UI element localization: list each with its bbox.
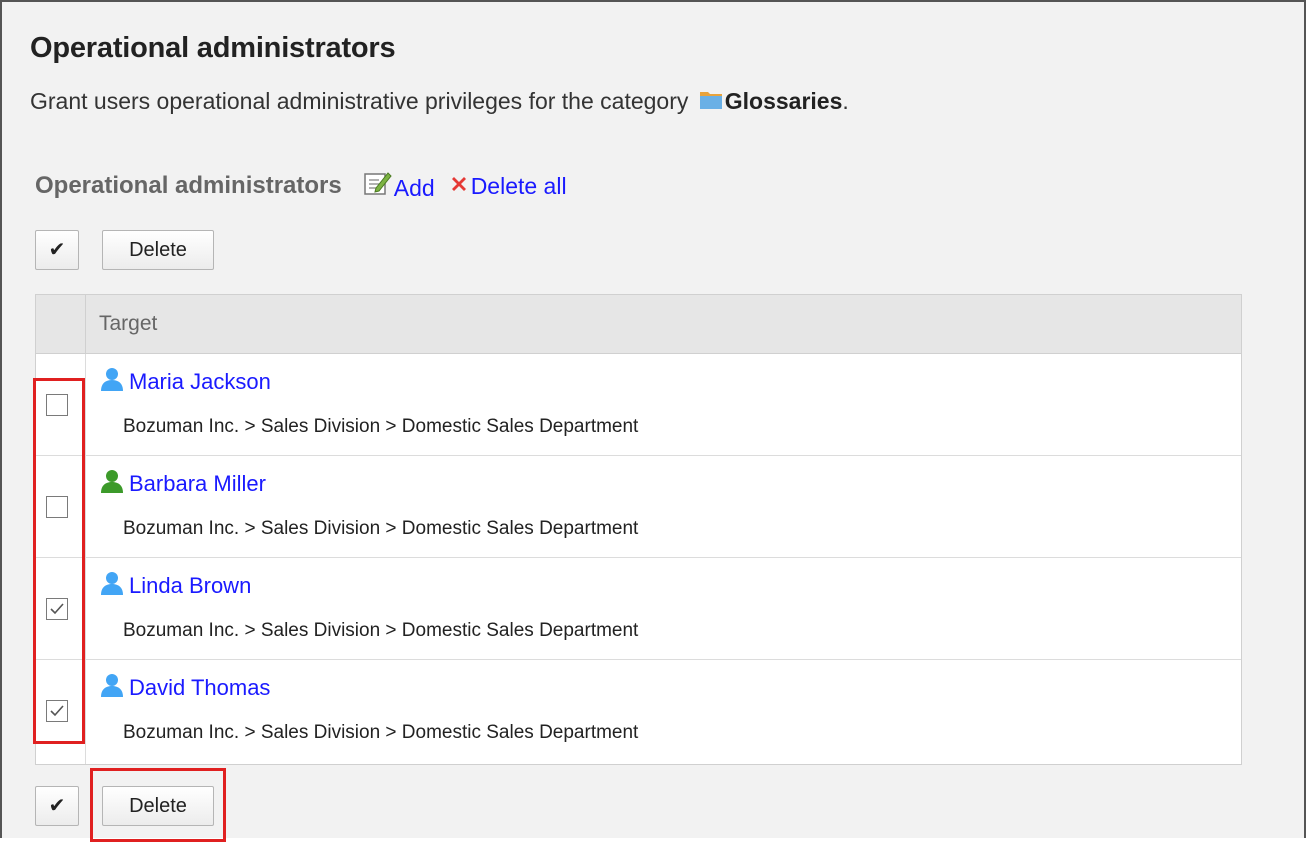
header-checkbox-cell — [36, 295, 86, 353]
row-checkbox[interactable] — [46, 496, 68, 518]
column-header-target: Target — [99, 312, 158, 335]
add-link[interactable]: Add — [364, 170, 435, 202]
org-path: Bozuman Inc. > Sales Division > Domestic… — [123, 620, 639, 641]
row-checkbox[interactable] — [46, 598, 68, 620]
table-row: Linda Brown Bozuman Inc. > Sales Divisio… — [36, 558, 1241, 660]
description-text: Grant users operational administrative p… — [30, 88, 689, 114]
user-icon — [99, 672, 125, 703]
page-title: Operational administrators — [30, 32, 396, 64]
user-icon — [99, 366, 125, 397]
user-name-link[interactable]: David Thomas — [129, 675, 270, 701]
description-suffix: . — [842, 88, 849, 114]
user-icon — [99, 570, 125, 601]
user-name-link[interactable]: Maria Jackson — [129, 369, 271, 395]
org-path: Bozuman Inc. > Sales Division > Domestic… — [123, 722, 639, 743]
table-header: Target — [36, 295, 1241, 354]
checkbox-check-icon — [50, 603, 64, 615]
check-all-button-bottom[interactable]: ✔ — [35, 786, 79, 826]
row-checkbox[interactable] — [46, 700, 68, 722]
user-name-link[interactable]: Linda Brown — [129, 573, 251, 599]
checkbox-check-icon — [50, 705, 64, 717]
table-row: David Thomas Bozuman Inc. > Sales Divisi… — [36, 660, 1241, 764]
delete-all-label: Delete all — [470, 172, 567, 199]
page-description: Grant users operational administrative p… — [30, 88, 849, 117]
admins-table: Target Maria Jackson Bozuman Inc. > Sale… — [35, 294, 1242, 765]
admins-section-heading: Operational administrators Add Delete al… — [35, 170, 567, 202]
delete-x-icon — [449, 173, 469, 200]
delete-all-link[interactable]: Delete all — [449, 173, 567, 200]
delete-button-bottom[interactable]: Delete — [102, 786, 214, 826]
table-row: Barbara Miller Bozuman Inc. > Sales Divi… — [36, 456, 1241, 558]
check-all-button-top[interactable]: ✔ — [35, 230, 79, 270]
checkmark-icon: ✔ — [48, 795, 66, 817]
page-frame: Operational administrators Grant users o… — [0, 0, 1306, 842]
user-name-link[interactable]: Barbara Miller — [129, 471, 266, 497]
edit-note-icon — [364, 170, 392, 202]
section-label: Operational administrators — [35, 172, 342, 199]
category-name: Glossaries — [724, 88, 843, 114]
table-row: Maria Jackson Bozuman Inc. > Sales Divis… — [36, 354, 1241, 456]
checkmark-icon: ✔ — [48, 239, 66, 261]
add-label: Add — [393, 175, 435, 201]
delete-button-top[interactable]: Delete — [102, 230, 214, 270]
folder-icon — [699, 89, 723, 117]
org-path: Bozuman Inc. > Sales Division > Domestic… — [123, 518, 639, 539]
org-path: Bozuman Inc. > Sales Division > Domestic… — [123, 416, 639, 437]
user-icon — [99, 468, 125, 499]
row-checkbox[interactable] — [46, 394, 68, 416]
